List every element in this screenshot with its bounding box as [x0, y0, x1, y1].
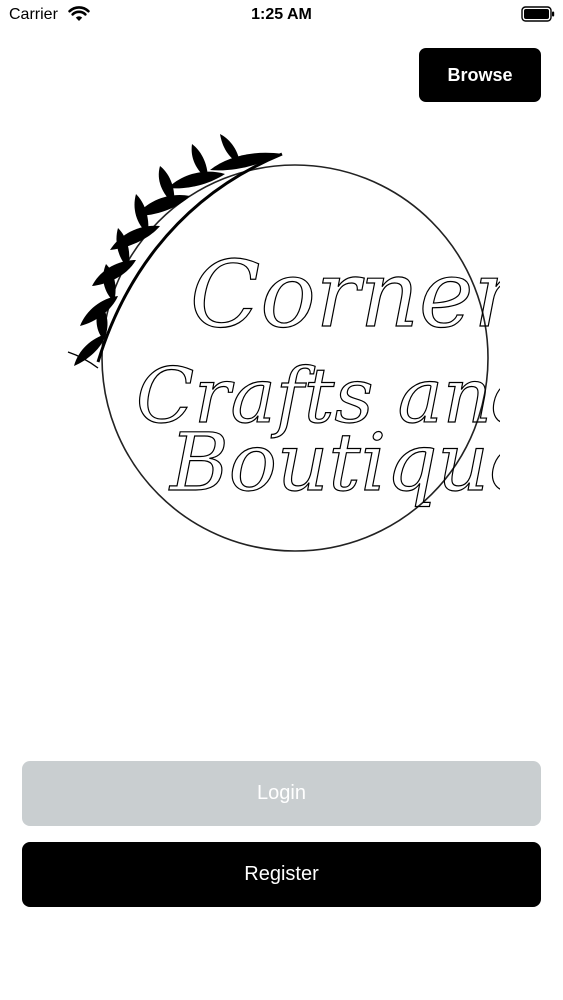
battery-icon — [521, 6, 555, 22]
status-time: 1:25 AM — [251, 6, 312, 23]
browse-button[interactable]: Browse — [419, 48, 541, 102]
logo-line-1: Corner — [190, 241, 500, 348]
status-bar: Carrier 1:25 AM — [0, 0, 563, 30]
welcome-screen: Carrier 1:25 AM Browse Corner Crafts an … — [0, 0, 563, 1000]
register-button[interactable]: Register — [22, 842, 541, 907]
logo-line-3: Boutique — [168, 416, 500, 509]
logo-graphic: Corner Crafts and Boutique — [67, 134, 541, 552]
login-button[interactable]: Login — [22, 761, 541, 826]
brand-logo: Corner Crafts and Boutique — [50, 130, 541, 570]
